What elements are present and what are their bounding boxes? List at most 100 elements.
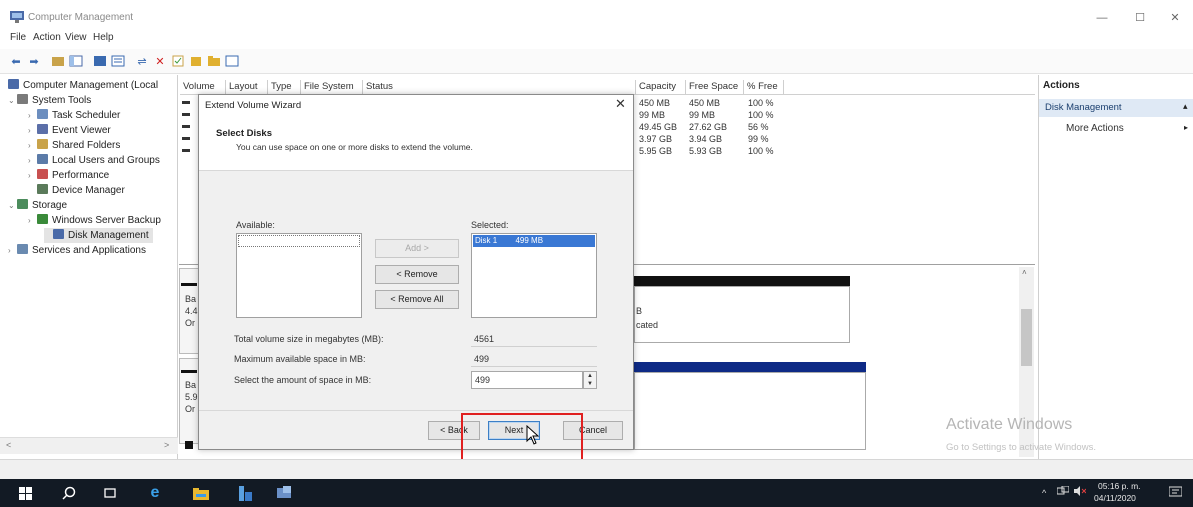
volume-row-icon[interactable] bbox=[182, 113, 190, 116]
activate-windows-hint: Go to Settings to activate Windows. bbox=[946, 442, 1096, 453]
collapse-icon[interactable]: ▴ bbox=[1183, 101, 1188, 112]
tree-root[interactable]: Computer Management (Local bbox=[8, 78, 158, 93]
menu-view[interactable]: View bbox=[65, 32, 87, 43]
tree-item[interactable]: › Event Viewer bbox=[28, 123, 111, 138]
minimize-button[interactable]: — bbox=[1090, 10, 1114, 26]
forward-arrow-icon[interactable]: ➡ bbox=[26, 53, 42, 69]
disk1-partition[interactable] bbox=[634, 372, 866, 450]
remove-all-button[interactable]: < Remove All bbox=[375, 290, 459, 309]
menu-help[interactable]: Help bbox=[93, 32, 114, 43]
clock-time[interactable]: 05:16 p. m. bbox=[1098, 481, 1141, 491]
available-label: Available: bbox=[236, 220, 275, 230]
menu-file[interactable]: File bbox=[10, 32, 26, 43]
collapsed-chevron-icon[interactable]: › bbox=[28, 153, 37, 168]
checklist-icon[interactable] bbox=[170, 53, 186, 69]
amount-spinner[interactable]: ▲ ▼ bbox=[583, 371, 597, 389]
volume-row-icon[interactable] bbox=[182, 101, 190, 104]
available-disks-list[interactable] bbox=[236, 233, 362, 318]
start-icon[interactable] bbox=[16, 484, 34, 502]
computer-management-icon bbox=[10, 11, 24, 23]
tree-item-icon bbox=[37, 109, 48, 119]
selected-disks-list[interactable]: Disk 1 499 MB bbox=[471, 233, 597, 318]
cell-capacity: 450 MB bbox=[639, 98, 671, 108]
more-actions-arrow-icon[interactable]: ▸ bbox=[1184, 123, 1188, 132]
delete-icon[interactable]: ✕ bbox=[152, 53, 168, 69]
maximize-button[interactable]: ☐ bbox=[1128, 10, 1152, 26]
col-type[interactable]: Type bbox=[268, 80, 301, 94]
cell-capacity: 99 MB bbox=[639, 110, 666, 120]
tree-item-label: Storage bbox=[32, 200, 68, 211]
tree-item[interactable]: Device Manager bbox=[28, 183, 125, 198]
selected-disk-row[interactable]: Disk 1 499 MB bbox=[473, 235, 595, 247]
wizard-icon[interactable] bbox=[188, 53, 204, 69]
disk-view-icon[interactable] bbox=[224, 53, 240, 69]
file-explorer-icon[interactable] bbox=[192, 484, 210, 502]
show-hidden-icons-icon[interactable]: ^ bbox=[1042, 488, 1046, 498]
tree-item-label: Local Users and Groups bbox=[52, 155, 160, 166]
collapsed-chevron-icon[interactable]: › bbox=[28, 213, 37, 228]
more-actions-link[interactable]: More Actions bbox=[1066, 123, 1124, 134]
actions-disk-management[interactable]: Disk Management bbox=[1039, 99, 1193, 117]
collapsed-chevron-icon[interactable]: › bbox=[28, 138, 37, 153]
volume-row-icon[interactable] bbox=[182, 137, 190, 140]
tree-item-icon bbox=[17, 199, 28, 209]
expanded-chevron-icon[interactable]: ⌄ bbox=[8, 198, 17, 213]
tree-item[interactable]: ⌄ Storage bbox=[8, 198, 67, 213]
back-arrow-icon[interactable]: ⬅ bbox=[8, 53, 24, 69]
expanded-chevron-icon[interactable]: ⌄ bbox=[8, 93, 17, 108]
computer-management-taskbar-icon[interactable] bbox=[276, 484, 294, 502]
menu-bar bbox=[0, 30, 1193, 48]
server-manager-icon[interactable] bbox=[236, 484, 254, 502]
scroll-right-arrow[interactable]: > bbox=[164, 440, 169, 450]
up-folder-icon[interactable] bbox=[50, 53, 66, 69]
menu-action[interactable]: Action bbox=[33, 32, 61, 43]
task-view-icon[interactable] bbox=[101, 484, 119, 502]
col-free-space[interactable]: Free Space bbox=[686, 80, 744, 94]
collapsed-chevron-icon[interactable]: › bbox=[8, 243, 17, 258]
close-button[interactable]: ✕ bbox=[1163, 10, 1187, 26]
scrollbar-thumb[interactable] bbox=[1021, 309, 1032, 366]
tree-horizontal-scrollbar[interactable]: < > bbox=[0, 437, 178, 454]
add-button[interactable]: Add > bbox=[375, 239, 459, 258]
tree-item[interactable]: › Services and Applications bbox=[8, 243, 146, 258]
connect-icon[interactable]: ⇌ bbox=[134, 53, 150, 69]
volume-muted-icon[interactable] bbox=[1074, 486, 1087, 499]
collapsed-chevron-icon[interactable]: › bbox=[28, 168, 37, 183]
collapsed-chevron-icon[interactable]: › bbox=[28, 108, 37, 123]
amount-input[interactable]: 499 bbox=[471, 371, 583, 389]
remove-button[interactable]: < Remove bbox=[375, 265, 459, 284]
tree-item[interactable]: › Windows Server Backup bbox=[28, 213, 161, 228]
volume-row-icon[interactable] bbox=[182, 125, 190, 128]
properties-icon[interactable] bbox=[92, 53, 108, 69]
col-file-system[interactable]: File System bbox=[301, 80, 363, 94]
tree-item[interactable]: › Task Scheduler bbox=[28, 108, 120, 123]
scroll-up-arrow[interactable]: ˄ bbox=[1022, 268, 1027, 277]
col-layout[interactable]: Layout bbox=[226, 80, 268, 94]
col-status[interactable]: Status bbox=[363, 80, 636, 94]
disk0-partition[interactable] bbox=[634, 286, 850, 343]
network-icon[interactable] bbox=[1056, 485, 1070, 499]
details-view-icon[interactable] bbox=[110, 53, 126, 69]
dialog-close-icon[interactable]: ✕ bbox=[615, 96, 626, 112]
collapsed-chevron-icon[interactable]: › bbox=[28, 123, 37, 138]
notifications-icon[interactable] bbox=[1168, 486, 1183, 502]
tree-item[interactable]: › Shared Folders bbox=[28, 138, 120, 153]
search-icon[interactable] bbox=[60, 484, 78, 502]
tree-item[interactable]: Disk Management bbox=[44, 228, 153, 243]
tree-item-label: Services and Applications bbox=[32, 245, 146, 256]
edge-browser-icon[interactable]: e bbox=[146, 484, 164, 502]
disk1-partition-bar bbox=[634, 362, 866, 372]
col-volume[interactable]: Volume bbox=[180, 80, 226, 94]
tree-item-icon bbox=[37, 124, 48, 134]
tree-item[interactable]: › Local Users and Groups bbox=[28, 153, 160, 168]
col-capacity[interactable]: Capacity bbox=[636, 80, 686, 94]
tree-item[interactable]: ⌄ System Tools bbox=[8, 93, 91, 108]
scroll-left-arrow[interactable]: < bbox=[6, 440, 11, 450]
tree-item-icon bbox=[37, 139, 48, 149]
clock-date[interactable]: 04/11/2020 bbox=[1094, 493, 1136, 503]
col-pct-free[interactable]: % Free bbox=[744, 80, 784, 94]
tree-item[interactable]: › Performance bbox=[28, 168, 109, 183]
volume-row-icon[interactable] bbox=[182, 149, 190, 152]
folder-icon[interactable] bbox=[206, 53, 222, 69]
show-hide-tree-icon[interactable] bbox=[68, 53, 84, 69]
